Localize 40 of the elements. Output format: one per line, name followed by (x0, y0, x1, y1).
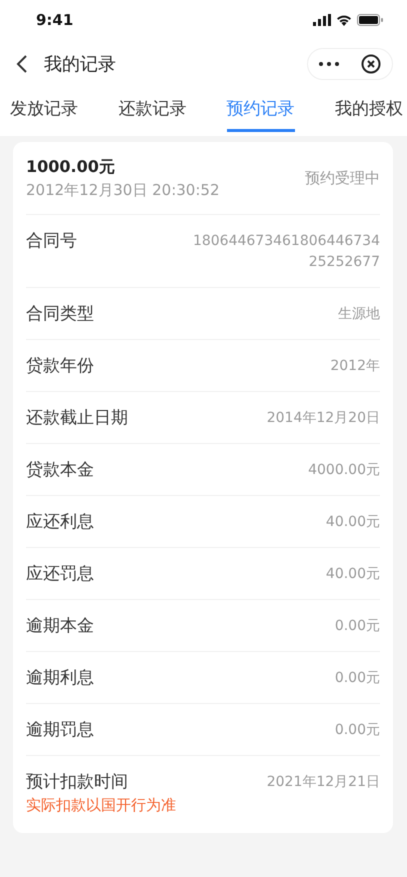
tab[interactable]: 发放记录 (10, 88, 78, 132)
back-icon (16, 54, 28, 74)
field-value: 4000.00元 (308, 461, 380, 480)
amount: 1000.00元 (26, 156, 116, 178)
battery-icon (357, 14, 383, 26)
tab[interactable]: 我的授权 (334, 88, 403, 132)
record-datetime: 2012年12月30日 20:30:52 (26, 180, 220, 200)
close-icon (361, 54, 381, 74)
field-value: 0.00元 (334, 617, 380, 636)
field-label: 逾期利息 (26, 667, 94, 689)
field-value: 2014年12月20日 (266, 409, 380, 428)
more-icon (319, 62, 339, 66)
wifi-icon (336, 14, 352, 26)
field-value: 0.00元 (334, 669, 380, 688)
field-value: 0.00元 (334, 721, 380, 740)
field-label: 逾期罚息 (26, 719, 94, 741)
close-button[interactable] (361, 54, 381, 74)
field-label: 还款截止日期 (26, 407, 128, 429)
signal-icon (313, 14, 331, 26)
field-value: 180644673461806446734 25252677 (192, 232, 380, 272)
field-label: 应还罚息 (26, 563, 94, 585)
field-value: 2012年 (330, 357, 380, 376)
tab[interactable]: 还款记录 (118, 88, 186, 132)
field-value: 2021年12月21日 (266, 773, 380, 792)
field-label: 合同号 (26, 230, 77, 252)
field-label: 合同类型 (26, 303, 94, 325)
field-label: 逾期本金 (26, 615, 94, 637)
field-label: 贷款年份 (26, 355, 94, 377)
field-label: 预计扣款时间 (26, 771, 129, 793)
record-status: 预约受理中 (305, 168, 380, 188)
status-time: 9:41 (36, 11, 74, 29)
field-label: 应还利息 (26, 511, 94, 533)
tab[interactable]: 预约记录 (226, 88, 295, 132)
more-button[interactable] (319, 62, 339, 66)
field-label: 贷款本金 (26, 459, 94, 481)
field-value: 生源地 (338, 305, 380, 324)
field-value: 40.00元 (326, 513, 380, 532)
page-title: 我的记录 (44, 53, 117, 76)
field-value: 40.00元 (326, 565, 380, 584)
field-note: 实际扣款以国开行为准 (26, 796, 176, 815)
